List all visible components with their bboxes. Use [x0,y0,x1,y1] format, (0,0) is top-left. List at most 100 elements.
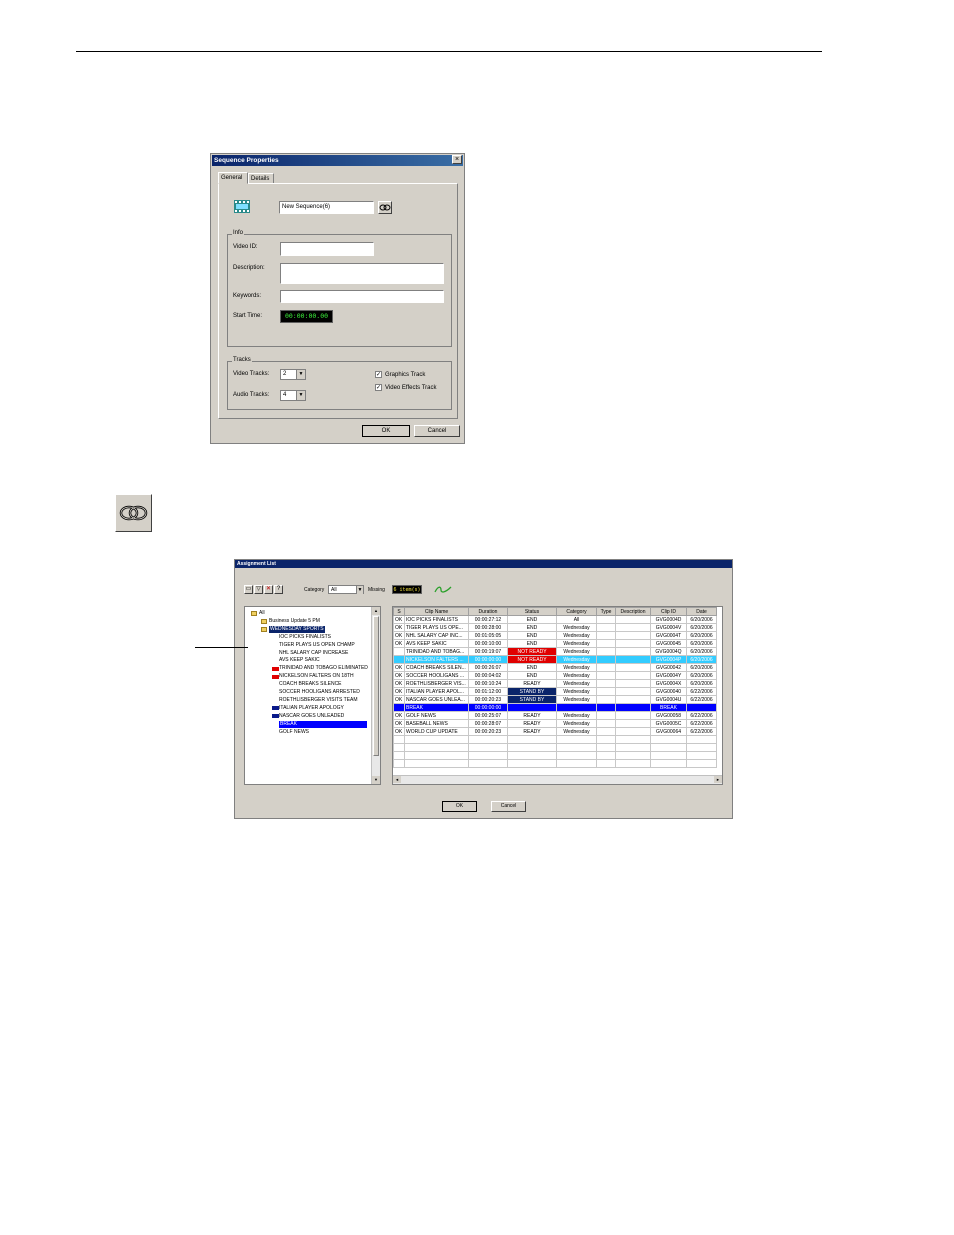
table-cell: 6/22/2006 [686,719,717,728]
table-row[interactable]: OK WORLD CUP UPDATE 00:00:20:23 READY Wednes… [393,727,717,736]
table-cell: OK [393,719,405,728]
table-cell: Wednesday [556,647,597,656]
tree-item[interactable]: SOCCER HOOLIGANS ARRESTED [279,689,360,696]
category-select[interactable]: All ▼ [328,585,364,594]
table-cell [393,743,405,752]
start-time-label: Start Time: [233,313,263,319]
table-cell: 6/22/2006 [686,727,717,736]
scroll-up-icon[interactable]: ▲ [372,607,380,615]
table-cell: END [507,639,557,648]
table-row[interactable]: OK SOCCER HOOLIGANS ... 00:00:04:02 END Wedn… [393,671,717,680]
toolbar-filter-icon[interactable]: ▽ [254,585,263,594]
table-row[interactable]: NICKELSON FALTERS ... 00:00:00:00 NOT READ… [393,655,717,664]
audio-tracks-select[interactable]: 4 ▼ [280,390,306,401]
tree-item[interactable]: ITALIAN PLAYER APOLOGY [279,705,344,712]
tab-general[interactable]: General [218,172,248,184]
scroll-left-icon[interactable]: ◄ [393,776,401,783]
tree-item[interactable]: WEDNESDAY SPORTS [269,625,325,633]
video-tracks-select[interactable]: 2 ▼ [280,369,306,380]
sequence-name-field[interactable]: New Sequence(6) [279,201,374,214]
tree-item[interactable]: AVS KEEP SAKIC [279,657,320,664]
table-cell: 00:00:19:07 [468,647,508,656]
tree-item[interactable]: NHL SALARY CAP INCREASE [279,650,348,657]
table-row[interactable]: OK ITALIAN PLAYER APOL... 00:01:12:00 STAND… [393,687,717,696]
tree-vertical-scrollbar[interactable]: ▲ ▼ [371,607,380,784]
table-row[interactable]: TRINIDAD AND TOBAG... 00:00:19:07 NOT READ… [393,647,717,656]
toolbar-help-icon[interactable]: ? [274,585,283,594]
clip-grid[interactable]: S Clip Name Duration Status Category Type Desc… [392,606,723,785]
chevron-down-icon: ▼ [356,586,363,594]
tree-item[interactable]: IOC PICKS FINALISTS [279,634,331,641]
tree-item[interactable]: All [259,610,265,617]
toolbar-delete-icon[interactable]: ✕ [264,585,273,594]
tree-item[interactable]: TRINIDAD AND TOBAGO ELIMINATED [279,665,368,672]
table-cell [615,615,651,624]
tree-item[interactable]: GOLF NEWS [279,729,309,736]
table-row[interactable]: OK COACH BREAKS SILEN... 00:00:26:07 END Wed… [393,663,717,672]
column-header[interactable]: Type [596,607,616,616]
description-field[interactable] [280,263,444,284]
tree-scroll-thumb[interactable] [373,616,379,756]
table-cell: Wednesday [556,719,597,728]
cancel-button[interactable]: Cancel [414,425,460,437]
table-cell [650,751,687,760]
table-cell [615,703,651,712]
table-row[interactable]: BREAK 00:00:00:00 BREAK [393,703,717,712]
link-toolbar-button[interactable] [115,494,152,532]
column-header[interactable]: Clip ID [650,607,687,616]
column-header[interactable]: Duration [468,607,508,616]
table-cell: Wednesday [556,679,597,688]
table-cell: BREAK [650,703,687,712]
table-row[interactable]: OK BASEBALL NEWS 00:00:28:07 READY Wednesday… [393,719,717,728]
tree-item[interactable]: ROETHLISBERGER VISITS TEAM [279,697,358,704]
table-row[interactable]: OK TIGER PLAYS US OPE... 00:00:28:00 END Wed… [393,623,717,632]
tree-item[interactable]: COACH BREAKS SILENCE [279,681,342,688]
table-row[interactable]: OK NHL SALARY CAP INC... 00:01:05:05 END Wed… [393,631,717,640]
table-row[interactable]: OK AVS KEEP SAKIC 00:00:10:00 END Wednesday G… [393,639,717,648]
assignment-tree[interactable]: All Business Update 5 PM WEDNESDAY SPORTS I… [244,606,381,785]
scroll-down-icon[interactable]: ▼ [372,776,380,784]
general-tab-panel: New Sequence(6) Info Video ID: Descripti… [218,183,458,419]
table-cell [596,695,616,704]
grid-horizontal-scrollbar[interactable]: ◄ ► [393,775,722,784]
toolbar-new-icon[interactable]: ▭ [244,585,253,594]
table-row[interactable]: OK ROETHLISBERGER VIS... 00:00:10:24 READY W… [393,679,717,688]
table-cell [393,735,405,744]
table-cell [615,687,651,696]
assignment-ok-button[interactable]: OK [442,801,477,812]
table-cell [596,743,616,752]
table-row-empty [393,759,717,768]
table-row[interactable]: OK GOLF NEWS 00:00:25:07 READY Wednesday GVG0… [393,711,717,720]
column-header[interactable]: S [393,607,405,616]
table-cell: END [507,671,557,680]
tree-item[interactable]: BREAK [279,720,367,728]
column-header[interactable]: Status [507,607,557,616]
link-button[interactable] [378,201,392,214]
chain-link-icon [119,505,148,521]
column-header[interactable]: Date [686,607,717,616]
column-header[interactable]: Category [556,607,597,616]
graphics-track-checkbox[interactable]: ✓ [375,371,382,378]
audio-tracks-label: Audio Tracks: [233,392,270,398]
table-row[interactable]: OK NASCAR GOES UNLEA... 00:00:20:23 STAND B… [393,695,717,704]
assignment-cancel-button[interactable]: Cancel [491,801,526,812]
table-cell [615,639,651,648]
video-id-field[interactable] [280,242,374,256]
close-button[interactable]: × [452,155,462,164]
column-header[interactable]: Description [615,607,651,616]
keywords-field[interactable] [280,290,444,303]
tree-item[interactable]: NASCAR GOES UNLEADED [279,713,344,720]
ok-button[interactable]: OK [362,425,410,437]
video-effects-checkbox[interactable]: ✓ [375,384,382,391]
scroll-right-icon[interactable]: ► [714,776,722,783]
column-header[interactable]: Clip Name [404,607,469,616]
table-cell: 00:00:00:00 [468,655,508,664]
table-row[interactable]: OK IOC PICKS FINALISTS 00:00:27:12 END All GV… [393,615,717,624]
missing-label: Missing [368,587,385,593]
table-cell: STAND BY [507,687,557,696]
tree-item[interactable]: Business Update 5 PM [269,618,320,625]
tree-item[interactable]: TIGER PLAYS US OPEN CHAMP [279,642,355,649]
table-cell: 00:00:27:12 [468,615,508,624]
start-time-display[interactable]: 00:00:00.00 [280,310,333,323]
tree-item[interactable]: NICKELSON FALTERS ON 18TH [279,673,354,680]
